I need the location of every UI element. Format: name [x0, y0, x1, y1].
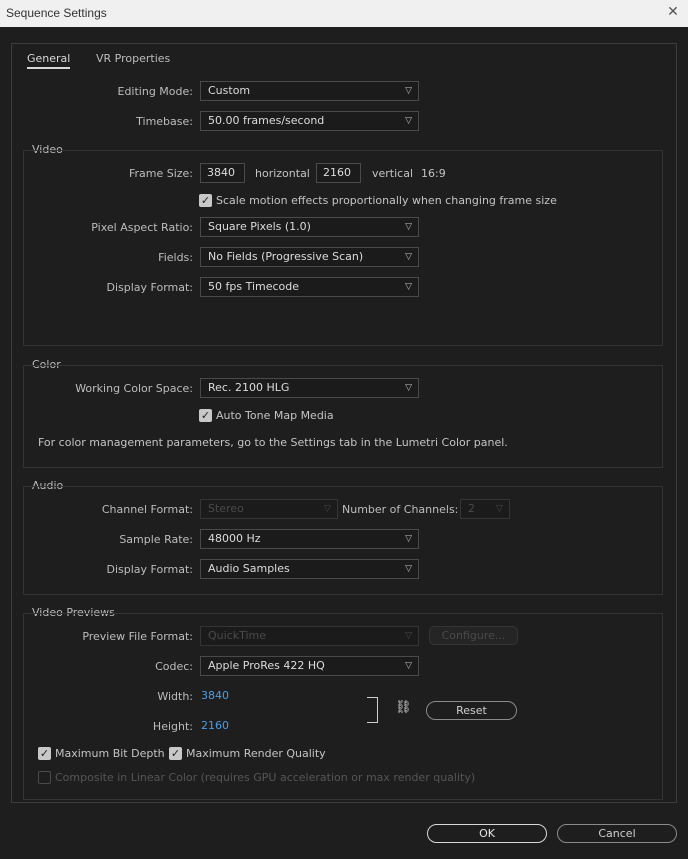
- codec-value: Apple ProRes 422 HQ: [208, 659, 325, 672]
- working-color-space-label: Working Color Space:: [75, 382, 193, 395]
- chevron-down-icon: ▽: [496, 504, 503, 514]
- editing-mode-select[interactable]: Custom ▽: [200, 81, 419, 101]
- num-channels-value: 2: [468, 502, 475, 515]
- preview-file-format-select: QuickTime ▽: [200, 626, 419, 646]
- preview-file-format-value: QuickTime: [208, 629, 267, 642]
- scale-motion-checkbox[interactable]: ✓: [199, 194, 212, 207]
- chevron-down-icon: ▽: [405, 534, 412, 544]
- pixel-aspect-value: Square Pixels (1.0): [208, 220, 311, 233]
- sample-rate-value: 48000 Hz: [208, 532, 261, 545]
- cancel-button[interactable]: Cancel: [557, 824, 677, 843]
- num-channels-select: 2 ▽: [460, 499, 510, 519]
- timebase-select[interactable]: 50.00 frames/second ▽: [200, 111, 419, 131]
- pixel-aspect-label: Pixel Aspect Ratio:: [91, 221, 193, 234]
- chevron-down-icon: ▽: [405, 383, 412, 393]
- num-channels-label: Number of Channels:: [342, 503, 459, 516]
- dialog-body: General VR Properties Editing Mode: Cust…: [11, 43, 677, 803]
- tab-general[interactable]: General: [27, 52, 71, 69]
- preview-height-value[interactable]: 2160: [201, 719, 229, 732]
- timebase-value: 50.00 frames/second: [208, 114, 325, 127]
- checkmark-icon: ✓: [200, 194, 211, 207]
- title-bar: Sequence Settings ✕: [0, 0, 688, 27]
- horizontal-label: horizontal: [255, 167, 310, 180]
- max-render-quality-checkbox[interactable]: ✓: [169, 747, 182, 760]
- vertical-label: vertical: [372, 167, 414, 180]
- editing-mode-value: Custom: [208, 84, 251, 97]
- aspect-ratio-label: 16:9: [421, 167, 446, 180]
- window-title: Sequence Settings: [6, 6, 107, 20]
- max-render-quality-label: Maximum Render Quality: [186, 747, 326, 760]
- audio-display-format-value: Audio Samples: [208, 562, 290, 575]
- preview-height-label: Height:: [152, 720, 193, 733]
- codec-label: Codec:: [155, 660, 193, 673]
- chevron-down-icon: ▽: [405, 282, 412, 292]
- checkmark-icon: ✓: [170, 747, 181, 760]
- chevron-down-icon: ▽: [405, 252, 412, 262]
- preview-file-format-label: Preview File Format:: [82, 630, 193, 643]
- frame-width-input[interactable]: 3840: [200, 163, 245, 183]
- working-color-space-select[interactable]: Rec. 2100 HLG ▽: [200, 378, 419, 398]
- auto-tone-map-label: Auto Tone Map Media: [216, 409, 334, 422]
- linear-color-checkbox: [38, 771, 51, 784]
- preview-width-value[interactable]: 3840: [201, 689, 229, 702]
- chevron-down-icon: ▽: [405, 116, 412, 126]
- frame-height-input[interactable]: 2160: [316, 163, 361, 183]
- frame-size-label: Frame Size:: [128, 167, 193, 180]
- timebase-label: Timebase:: [136, 115, 193, 128]
- pixel-aspect-select[interactable]: Square Pixels (1.0) ▽: [200, 217, 419, 237]
- audio-display-format-label: Display Format:: [106, 563, 193, 576]
- video-display-format-label: Display Format:: [106, 281, 193, 294]
- working-color-space-value: Rec. 2100 HLG: [208, 381, 290, 394]
- editing-mode-label: Editing Mode:: [117, 85, 194, 98]
- scale-motion-label: Scale motion effects proportionally when…: [216, 194, 557, 207]
- channel-format-value: Stereo: [208, 502, 244, 515]
- fields-label: Fields:: [158, 251, 193, 264]
- link-icon[interactable]: ⛓: [395, 700, 412, 715]
- video-display-format-value: 50 fps Timecode: [208, 280, 300, 293]
- chevron-down-icon: ▽: [324, 504, 331, 514]
- tab-vr-properties[interactable]: VR Properties: [96, 52, 170, 65]
- chevron-down-icon: ▽: [405, 564, 412, 574]
- fields-select[interactable]: No Fields (Progressive Scan) ▽: [200, 247, 419, 267]
- audio-display-format-select[interactable]: Audio Samples ▽: [200, 559, 419, 579]
- channel-format-label: Channel Format:: [101, 503, 193, 516]
- checkmark-icon: ✓: [39, 747, 50, 760]
- reset-button[interactable]: Reset: [426, 701, 517, 720]
- fields-value: No Fields (Progressive Scan): [208, 250, 364, 263]
- preview-width-label: Width:: [157, 690, 193, 703]
- chevron-down-icon: ▽: [405, 631, 412, 641]
- sample-rate-label: Sample Rate:: [119, 533, 193, 546]
- ok-button[interactable]: OK: [427, 824, 547, 843]
- linear-color-label: Composite in Linear Color (requires GPU …: [55, 771, 476, 784]
- auto-tone-map-checkbox[interactable]: ✓: [199, 409, 212, 422]
- video-display-format-select[interactable]: 50 fps Timecode ▽: [200, 277, 419, 297]
- chevron-down-icon: ▽: [405, 661, 412, 671]
- codec-select[interactable]: Apple ProRes 422 HQ ▽: [200, 656, 419, 676]
- dimension-link-bracket: [367, 697, 378, 723]
- channel-format-select: Stereo ▽: [200, 499, 338, 519]
- configure-button: Configure...: [429, 626, 518, 645]
- max-bit-depth-checkbox[interactable]: ✓: [38, 747, 51, 760]
- sample-rate-select[interactable]: 48000 Hz ▽: [200, 529, 419, 549]
- max-bit-depth-label: Maximum Bit Depth: [55, 747, 165, 760]
- checkmark-icon: ✓: [200, 409, 211, 422]
- close-icon[interactable]: ✕: [664, 3, 682, 21]
- chevron-down-icon: ▽: [405, 86, 412, 96]
- color-note: For color management parameters, go to t…: [38, 436, 508, 449]
- chevron-down-icon: ▽: [405, 222, 412, 232]
